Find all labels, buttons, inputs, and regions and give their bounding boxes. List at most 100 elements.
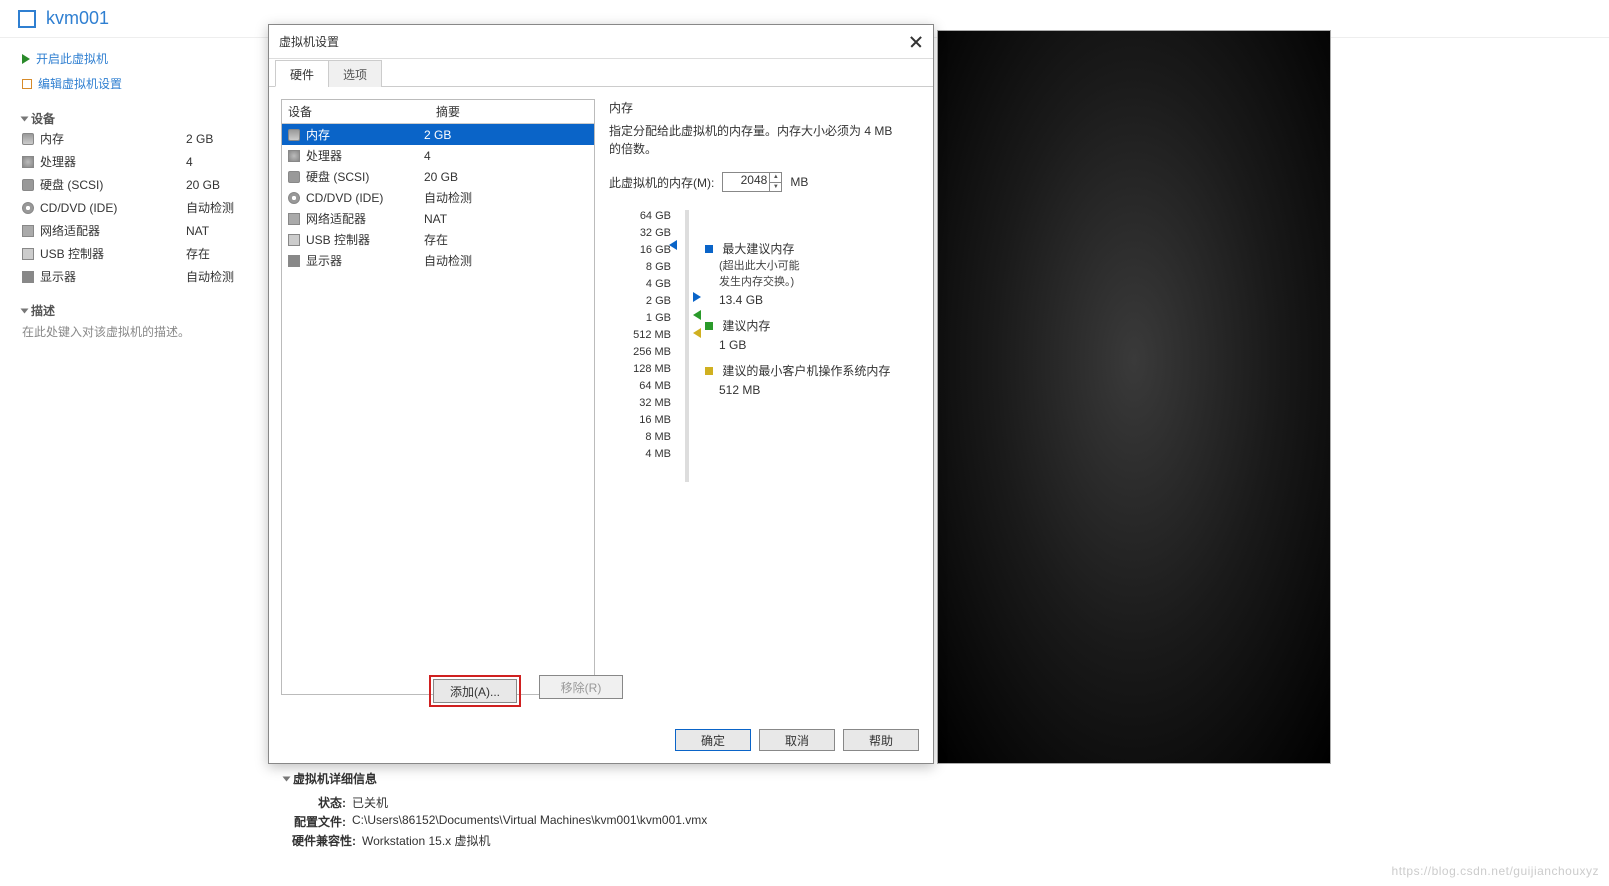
cd-icon bbox=[288, 192, 300, 204]
hardware-row[interactable]: 内存2 GB bbox=[282, 124, 594, 145]
description-placeholder[interactable]: 在此处键入对该虚拟机的描述。 bbox=[22, 319, 272, 340]
collapse-icon bbox=[283, 776, 291, 781]
play-icon bbox=[22, 54, 30, 64]
add-button-highlight: 添加(A)... bbox=[429, 675, 521, 707]
add-button[interactable]: 添加(A)... bbox=[433, 679, 517, 703]
device-row[interactable]: 显示器自动检测 bbox=[22, 265, 272, 288]
memory-pane-title: 内存 bbox=[609, 99, 907, 116]
left-panel: 开启此虚拟机 编辑虚拟机设置 设备 内存2 GB 处理器 4 硬盘 (SCSI) 20 … bbox=[22, 46, 272, 340]
power-on-link[interactable]: 开启此虚拟机 bbox=[22, 46, 272, 71]
close-icon[interactable] bbox=[909, 35, 923, 49]
status-value: 已关机 bbox=[352, 794, 388, 811]
vm-icon bbox=[18, 10, 36, 28]
hw-value: 2 GB bbox=[424, 128, 588, 142]
device-row[interactable]: USB 控制器存在 bbox=[22, 242, 272, 265]
help-button[interactable]: 帮助 bbox=[843, 729, 919, 751]
hdd-icon bbox=[288, 171, 300, 183]
blue-square-icon bbox=[705, 245, 713, 253]
net-icon bbox=[22, 225, 34, 237]
tab-hardware[interactable]: 硬件 bbox=[275, 60, 329, 87]
legend-min-label: 建议的最小客户机操作系统内存 bbox=[722, 364, 890, 378]
device-row[interactable]: 硬盘 (SCSI) 20 GB bbox=[22, 173, 272, 196]
col-summary: 摘要 bbox=[436, 103, 588, 120]
device-value: NAT bbox=[186, 224, 209, 238]
hardware-row[interactable]: 显示器自动检测 bbox=[282, 250, 594, 271]
edit-icon bbox=[22, 79, 32, 89]
green-square-icon bbox=[705, 322, 713, 330]
ok-button[interactable]: 确定 bbox=[675, 729, 751, 751]
config-value: C:\Users\86152\Documents\Virtual Machine… bbox=[352, 813, 707, 830]
legend-max-note2: 发生内存交换。) bbox=[719, 273, 890, 289]
memory-slider[interactable] bbox=[679, 210, 697, 482]
device-name: USB 控制器 bbox=[40, 245, 180, 262]
device-name: 处理器 bbox=[40, 153, 180, 170]
hw-value: 自动检测 bbox=[424, 189, 588, 206]
hardware-row[interactable]: 处理器4 bbox=[282, 145, 594, 166]
scale-tick: 8 MB bbox=[609, 431, 671, 448]
devices-section-header[interactable]: 设备 bbox=[22, 110, 272, 127]
hw-name: CD/DVD (IDE) bbox=[306, 191, 383, 205]
hdd-icon bbox=[22, 179, 34, 191]
device-row[interactable]: CD/DVD (IDE) 自动检测 bbox=[22, 196, 272, 219]
hw-value: 自动检测 bbox=[424, 252, 588, 269]
config-key: 配置文件: bbox=[284, 813, 346, 830]
hardware-row[interactable]: CD/DVD (IDE) 自动检测 bbox=[282, 187, 594, 208]
edit-settings-link[interactable]: 编辑虚拟机设置 bbox=[22, 71, 272, 96]
scale-tick: 32 MB bbox=[609, 397, 671, 414]
col-device: 设备 bbox=[288, 103, 436, 120]
spinner-arrows[interactable]: ▲▼ bbox=[769, 173, 781, 191]
watermark: https://blog.csdn.net/guijianchouxyz bbox=[1392, 864, 1599, 878]
yellow-square-icon bbox=[705, 367, 713, 375]
max-marker-icon bbox=[669, 240, 677, 250]
dialog-title-text: 虚拟机设置 bbox=[279, 25, 339, 58]
collapse-icon bbox=[21, 116, 29, 121]
device-name: 硬盘 (SCSI) bbox=[40, 176, 180, 193]
disp-icon bbox=[22, 271, 34, 283]
cancel-button[interactable]: 取消 bbox=[759, 729, 835, 751]
scale-tick: 4 MB bbox=[609, 448, 671, 465]
hardware-row[interactable]: 网络适配器NAT bbox=[282, 208, 594, 229]
scale-tick: 64 MB bbox=[609, 380, 671, 397]
hardware-list-header: 设备 摘要 bbox=[282, 100, 594, 124]
hw-name: 网络适配器 bbox=[306, 210, 366, 227]
ram-icon bbox=[288, 129, 300, 141]
device-row[interactable]: 网络适配器NAT bbox=[22, 219, 272, 242]
tab-options[interactable]: 选项 bbox=[328, 60, 382, 87]
description-section-header[interactable]: 描述 bbox=[22, 302, 272, 319]
hardware-row[interactable]: 硬盘 (SCSI)20 GB bbox=[282, 166, 594, 187]
edit-settings-label: 编辑虚拟机设置 bbox=[38, 75, 122, 92]
hardware-list: 设备 摘要 内存2 GB处理器4硬盘 (SCSI)20 GBCD/DVD (ID… bbox=[281, 99, 595, 695]
hw-name: 硬盘 (SCSI) bbox=[306, 168, 369, 185]
device-row[interactable]: 处理器 4 bbox=[22, 150, 272, 173]
device-value: 2 GB bbox=[186, 132, 213, 146]
remove-button: 移除(R) bbox=[539, 675, 623, 699]
cpu-icon bbox=[288, 150, 300, 162]
hardware-row[interactable]: USB 控制器存在 bbox=[282, 229, 594, 250]
rec-marker-icon bbox=[693, 310, 701, 320]
memory-input-label: 此虚拟机的内存(M): bbox=[609, 174, 714, 191]
scale-tick: 4 GB bbox=[609, 278, 671, 295]
device-name: CD/DVD (IDE) bbox=[40, 201, 180, 215]
device-value: 自动检测 bbox=[186, 268, 234, 285]
compat-value: Workstation 15.x 虚拟机 bbox=[362, 832, 491, 849]
power-on-label: 开启此虚拟机 bbox=[36, 50, 108, 67]
min-marker-icon bbox=[693, 328, 701, 338]
dialog-tabs: 硬件 选项 bbox=[269, 59, 933, 87]
device-value: 自动检测 bbox=[186, 199, 234, 216]
memory-input[interactable]: 2048 ▲▼ bbox=[722, 172, 782, 192]
scale-tick: 512 MB bbox=[609, 329, 671, 346]
scale-tick: 8 GB bbox=[609, 261, 671, 278]
status-key: 状态: bbox=[284, 794, 346, 811]
scale-tick: 2 GB bbox=[609, 295, 671, 312]
hw-value: 存在 bbox=[424, 231, 588, 248]
device-row[interactable]: 内存2 GB bbox=[22, 127, 272, 150]
device-value: 20 GB bbox=[186, 178, 220, 192]
description-label: 描述 bbox=[31, 302, 55, 319]
memory-scale-labels: 64 GB32 GB16 GB8 GB4 GB2 GB1 GB512 MB256… bbox=[609, 210, 671, 482]
vm-title: kvm001 bbox=[46, 8, 109, 29]
legend-max-label: 最大建议内存 bbox=[722, 242, 794, 256]
device-value: 4 bbox=[186, 155, 193, 169]
memory-legend: 最大建议内存 (超出此大小可能 发生内存交换。) 13.4 GB 建议内存 1 … bbox=[705, 210, 890, 482]
hw-value: 4 bbox=[424, 149, 588, 163]
current-marker-icon[interactable] bbox=[693, 292, 701, 302]
